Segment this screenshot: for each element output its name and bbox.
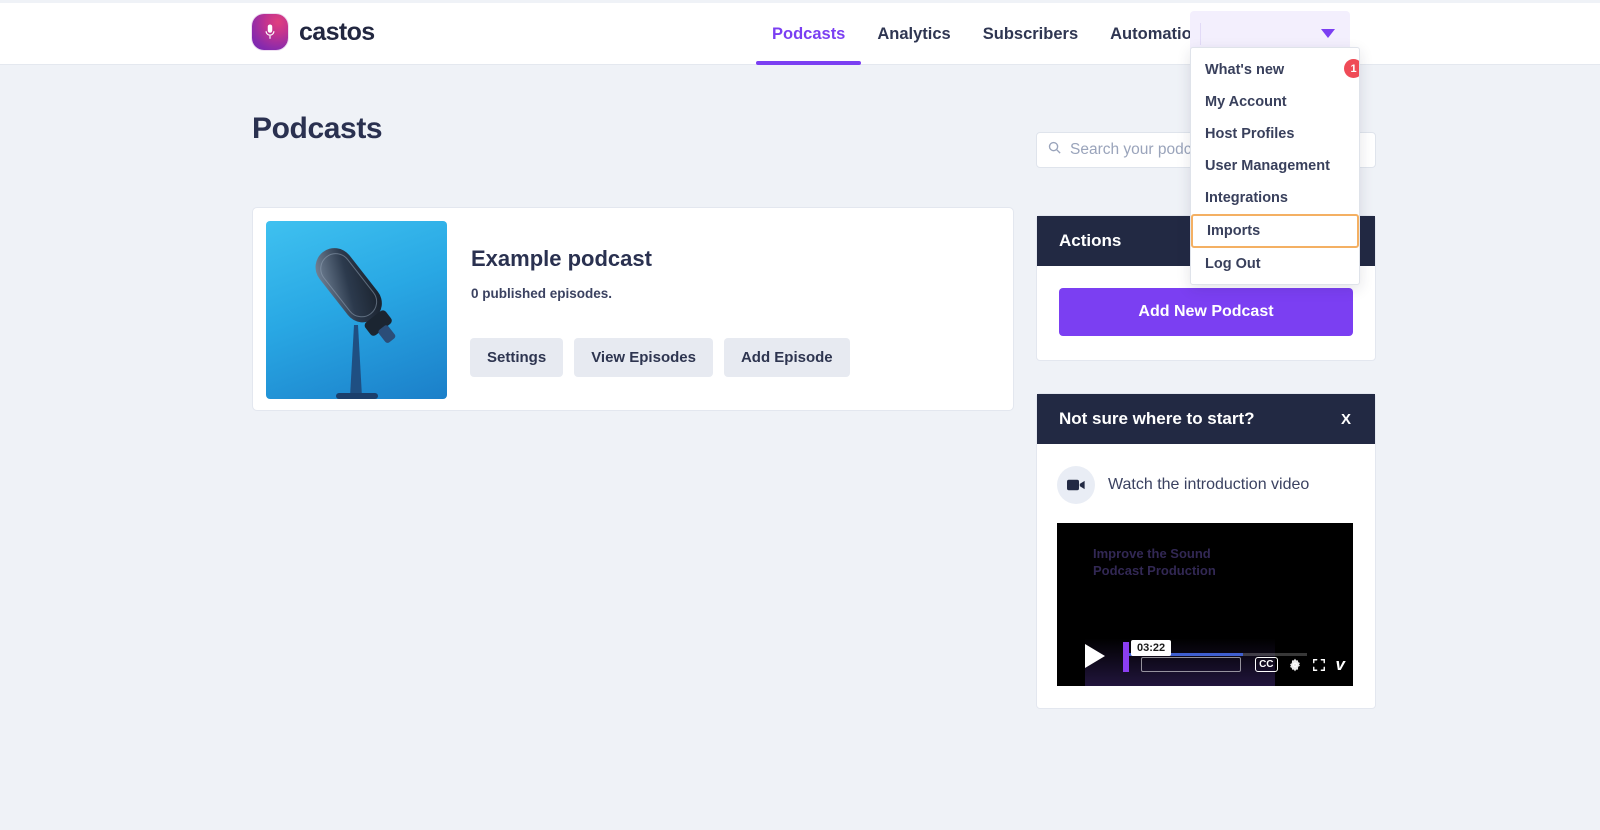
- podcast-episode-count: 0 published episodes.: [471, 286, 613, 301]
- play-icon[interactable]: [1085, 644, 1105, 668]
- close-icon[interactable]: X: [1339, 411, 1353, 428]
- getting-started-body: Watch the introduction video Improve the…: [1037, 444, 1375, 708]
- podcast-card: Example podcast 0 published episodes. Se…: [252, 207, 1014, 411]
- menu-item-my-account[interactable]: My Account: [1191, 86, 1359, 118]
- video-scrub-box[interactable]: [1141, 657, 1241, 672]
- intro-video-player[interactable]: Improve the Sound Podcast Production 03:…: [1057, 523, 1353, 686]
- nav-item-analytics[interactable]: Analytics: [861, 3, 966, 65]
- podcast-action-buttons: Settings View Episodes Add Episode: [470, 338, 850, 377]
- menu-item-user-management[interactable]: User Management: [1191, 150, 1359, 182]
- video-frame-text: Improve the Sound Podcast Production: [1093, 546, 1216, 578]
- getting-started-header: Not sure where to start? X: [1037, 394, 1375, 444]
- nav-item-podcasts[interactable]: Podcasts: [756, 3, 862, 65]
- video-camera-icon: [1057, 466, 1095, 504]
- menu-item-imports[interactable]: Imports: [1191, 214, 1359, 248]
- menu-item-whats-new[interactable]: What's new 1: [1191, 54, 1359, 86]
- menu-item-log-out[interactable]: Log Out: [1191, 248, 1359, 280]
- podcast-title: Example podcast: [471, 246, 652, 271]
- brand-name: castos: [299, 17, 375, 46]
- getting-started-panel: Not sure where to start? X Watch the int…: [1036, 393, 1376, 709]
- video-playhead[interactable]: [1123, 642, 1129, 672]
- search-icon: [1047, 140, 1062, 160]
- add-new-podcast-button[interactable]: Add New Podcast: [1059, 288, 1353, 336]
- fullscreen-icon[interactable]: [1312, 658, 1326, 672]
- settings-button[interactable]: Settings: [470, 338, 564, 377]
- main-nav: Podcasts Analytics Subscribers Automatio…: [756, 3, 1227, 65]
- add-episode-button[interactable]: Add Episode: [723, 338, 850, 377]
- gear-icon[interactable]: [1288, 658, 1302, 672]
- user-dropdown-menu: What's new 1 My Account Host Profiles Us…: [1190, 47, 1360, 285]
- page-title: Podcasts: [252, 112, 383, 145]
- nav-item-subscribers[interactable]: Subscribers: [967, 3, 1094, 65]
- closed-captions-icon[interactable]: CC: [1255, 657, 1278, 672]
- watch-intro-video-link[interactable]: Watch the introduction video: [1057, 466, 1355, 504]
- brand-logo[interactable]: castos: [252, 14, 375, 50]
- top-navigation-bar: castos Podcasts Analytics Subscribers Au…: [0, 3, 1600, 65]
- video-time-tooltip: 03:22: [1131, 640, 1172, 656]
- microphone-artwork: [315, 248, 396, 399]
- menu-item-host-profiles[interactable]: Host Profiles: [1191, 118, 1359, 150]
- view-episodes-button[interactable]: View Episodes: [574, 338, 713, 377]
- chevron-down-icon: [1321, 29, 1335, 38]
- actions-panel-title: Actions: [1059, 231, 1122, 250]
- getting-started-title: Not sure where to start?: [1059, 409, 1255, 428]
- podcast-artwork[interactable]: [266, 221, 447, 399]
- video-controls: CC v: [1255, 656, 1345, 673]
- watch-intro-video-label: Watch the introduction video: [1108, 476, 1310, 493]
- status-badge: 1: [1344, 59, 1359, 78]
- microphone-icon: [252, 14, 288, 50]
- vimeo-logo[interactable]: v: [1336, 656, 1345, 673]
- menu-item-label: What's new: [1205, 62, 1285, 78]
- user-menu-divider: [1200, 23, 1201, 45]
- menu-item-integrations[interactable]: Integrations: [1191, 182, 1359, 214]
